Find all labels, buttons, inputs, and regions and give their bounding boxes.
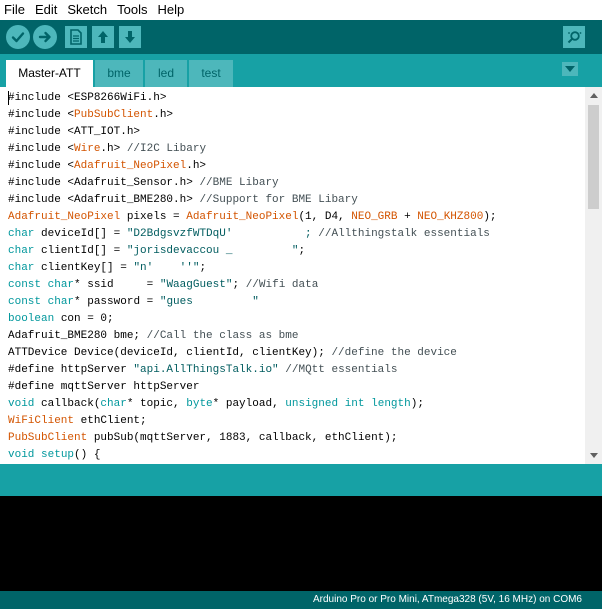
code-editor[interactable]: #include <ESP8266WiFi.h> #include <PubSub…	[0, 87, 602, 464]
scroll-up-arrow[interactable]	[585, 87, 602, 104]
code-line[interactable]: #define httpServer "api.AllThingsTalk.io…	[8, 362, 497, 379]
scrollbar-thumb[interactable]	[588, 105, 599, 209]
code-line[interactable]: Adafruit_BME280 bme; //Call the class as…	[8, 328, 497, 345]
tab-test[interactable]: test	[189, 60, 233, 87]
verify-button[interactable]	[6, 25, 30, 49]
save-button[interactable]	[119, 26, 141, 48]
menu-file[interactable]: File	[0, 0, 30, 20]
tab-master-att[interactable]: Master-ATT	[6, 60, 93, 87]
code-line[interactable]: #include <ATT_IOT.h>	[8, 124, 497, 141]
menu-bar: File Edit Sketch Tools Help	[0, 0, 602, 20]
code-line[interactable]: const char* password = "gues "	[8, 294, 497, 311]
code-line[interactable]: PubSubClient pubSub(mqttServer, 1883, ca…	[8, 430, 497, 447]
code-line[interactable]: #include <Adafruit_NeoPixel.h>	[8, 158, 497, 175]
code-line[interactable]: #include <Wire.h> //I2C Libary	[8, 141, 497, 158]
arrow-right-icon	[38, 31, 51, 43]
scroll-down-arrow[interactable]	[585, 447, 602, 464]
code-line[interactable]: void callback(char* topic, byte* payload…	[8, 396, 497, 413]
arrow-down-icon	[125, 31, 135, 43]
open-button[interactable]	[92, 26, 114, 48]
code-line[interactable]: #define mqttServer httpServer	[8, 379, 497, 396]
code-line[interactable]: #include <PubSubClient.h>	[8, 107, 497, 124]
tab-menu-button[interactable]	[562, 62, 578, 76]
tab-bme[interactable]: bme	[95, 60, 143, 87]
menu-help[interactable]: Help	[152, 0, 189, 20]
code-line[interactable]: #include <Adafruit_BME280.h> //Support f…	[8, 192, 497, 209]
caret-up-icon	[589, 93, 598, 98]
upload-button[interactable]	[33, 25, 57, 49]
tab-led[interactable]: led	[145, 60, 187, 87]
console-output[interactable]	[0, 496, 602, 591]
menu-edit[interactable]: Edit	[30, 0, 62, 20]
menu-sketch[interactable]: Sketch	[62, 0, 112, 20]
toolbar	[0, 20, 602, 54]
code-line[interactable]: void setup() {	[8, 447, 497, 464]
code-line[interactable]: #include <ESP8266WiFi.h>	[8, 90, 497, 107]
arrow-up-icon	[98, 31, 108, 43]
code-line[interactable]: #include <Adafruit_Sensor.h> //BME Libar…	[8, 175, 497, 192]
serial-monitor-button[interactable]	[563, 26, 585, 48]
editor-scrollbar[interactable]	[585, 87, 602, 464]
code-line[interactable]: ATTDevice Device(deviceId, clientId, cli…	[8, 345, 497, 362]
code-line[interactable]: Adafruit_NeoPixel pixels = Adafruit_NeoP…	[8, 209, 497, 226]
code-line[interactable]: char clientKey[] = "n' ''";	[8, 260, 497, 277]
chevron-down-icon	[565, 66, 575, 72]
magnifier-icon	[567, 31, 582, 44]
code-line[interactable]: const char* ssid = "WaagGuest"; //Wifi d…	[8, 277, 497, 294]
caret-down-icon	[589, 453, 598, 458]
code-text[interactable]: #include <ESP8266WiFi.h> #include <PubSub…	[8, 90, 497, 464]
board-status-bar: Arduino Pro or Pro Mini, ATmega328 (5V, …	[0, 591, 602, 609]
code-line[interactable]: WiFiClient ethClient;	[8, 413, 497, 430]
new-file-icon	[70, 29, 82, 45]
code-line[interactable]: boolean con = 0;	[8, 311, 497, 328]
board-info: Arduino Pro or Pro Mini, ATmega328 (5V, …	[312, 594, 582, 605]
tab-strip: Master-ATT bme led test	[0, 54, 602, 87]
checkmark-icon	[11, 32, 25, 43]
message-area	[0, 464, 602, 496]
code-line[interactable]: char clientId[] = "jorisdevaccou _ ";	[8, 243, 497, 260]
menu-tools[interactable]: Tools	[112, 0, 152, 20]
code-line[interactable]: char deviceId[] = "D2BdgsvzfWTDqU' ; //A…	[8, 226, 497, 243]
text-caret	[8, 91, 9, 105]
new-button[interactable]	[65, 26, 87, 48]
